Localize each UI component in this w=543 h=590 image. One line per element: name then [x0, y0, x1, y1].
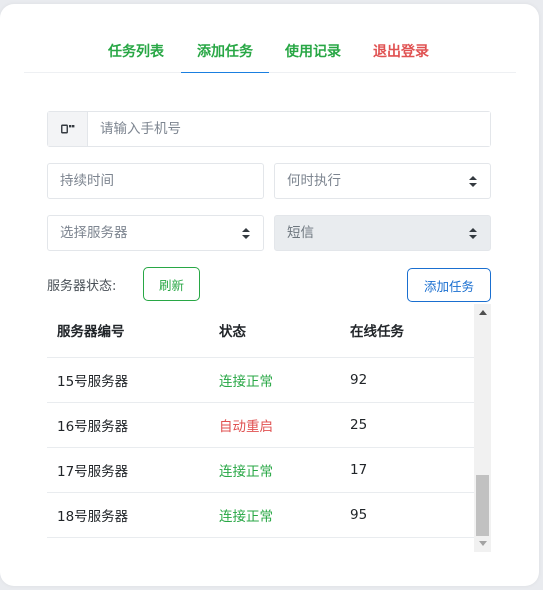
cell-state: 连接正常: [209, 357, 340, 403]
phone-input[interactable]: [88, 112, 490, 146]
duration-field[interactable]: [47, 163, 264, 199]
header-state: 状态: [209, 304, 340, 358]
type-select: 短信: [274, 215, 491, 251]
table-row: 17号服务器 连接正常 17: [47, 447, 474, 493]
exec-time-select[interactable]: 何时执行: [274, 163, 491, 199]
select-caret-icon: [469, 176, 477, 187]
table-scrollbar[interactable]: [474, 304, 491, 552]
select-caret-icon: [469, 228, 477, 239]
tab-task-list[interactable]: 任务列表: [92, 32, 180, 73]
tab-usage-records[interactable]: 使用记录: [269, 32, 357, 73]
table-header-row: 服务器编号 状态 在线任务: [47, 304, 474, 358]
cell-server: 18号服务器: [47, 492, 209, 538]
cell-tasks: 25: [340, 402, 474, 448]
select-caret-icon: [242, 228, 250, 239]
server-select[interactable]: 选择服务器: [47, 215, 264, 251]
add-task-button[interactable]: 添加任务: [407, 268, 491, 302]
exec-time-select-value: 何时执行: [287, 173, 341, 189]
cell-server: 15号服务器: [47, 357, 209, 403]
header-server-id: 服务器编号: [47, 304, 209, 358]
server-status-label: 服务器状态:: [47, 279, 117, 294]
cell-state: 连接正常: [209, 447, 340, 493]
cell-tasks: 92: [340, 357, 474, 403]
table-row: 16号服务器 自动重启 25: [47, 402, 474, 448]
server-select-value: 选择服务器: [60, 225, 128, 241]
tab-logout[interactable]: 退出登录: [357, 32, 445, 73]
refresh-button[interactable]: 刷新: [143, 267, 200, 301]
phone-input-group: [47, 111, 491, 147]
header-online-tasks: 在线任务: [340, 304, 474, 358]
cell-server: 16号服务器: [47, 402, 209, 448]
scroll-up-arrow-icon[interactable]: [479, 310, 487, 315]
phone-icon: [48, 112, 88, 146]
cell-state: 自动重启: [209, 402, 340, 448]
table-row: 15号服务器 连接正常 92: [47, 357, 474, 403]
server-table-container: 服务器编号 状态 在线任务 15号服务器 连接正常 92 16号服务器 自动重启…: [47, 304, 491, 552]
tab-add-task[interactable]: 添加任务: [181, 32, 269, 73]
cell-server: 17号服务器: [47, 447, 209, 493]
scrollbar-thumb[interactable]: [476, 475, 489, 536]
scroll-down-arrow-icon[interactable]: [479, 541, 487, 546]
type-select-value: 短信: [287, 225, 314, 241]
cell-tasks: 95: [340, 492, 474, 538]
duration-input[interactable]: [60, 164, 263, 198]
server-status-table: 服务器编号 状态 在线任务 15号服务器 连接正常 92 16号服务器 自动重启…: [47, 304, 474, 538]
tab-bar: 任务列表 添加任务 使用记录 退出登录: [24, 32, 516, 73]
table-row: 18号服务器 连接正常 95: [47, 492, 474, 538]
cell-tasks: 17: [340, 447, 474, 493]
cell-state: 连接正常: [209, 492, 340, 538]
